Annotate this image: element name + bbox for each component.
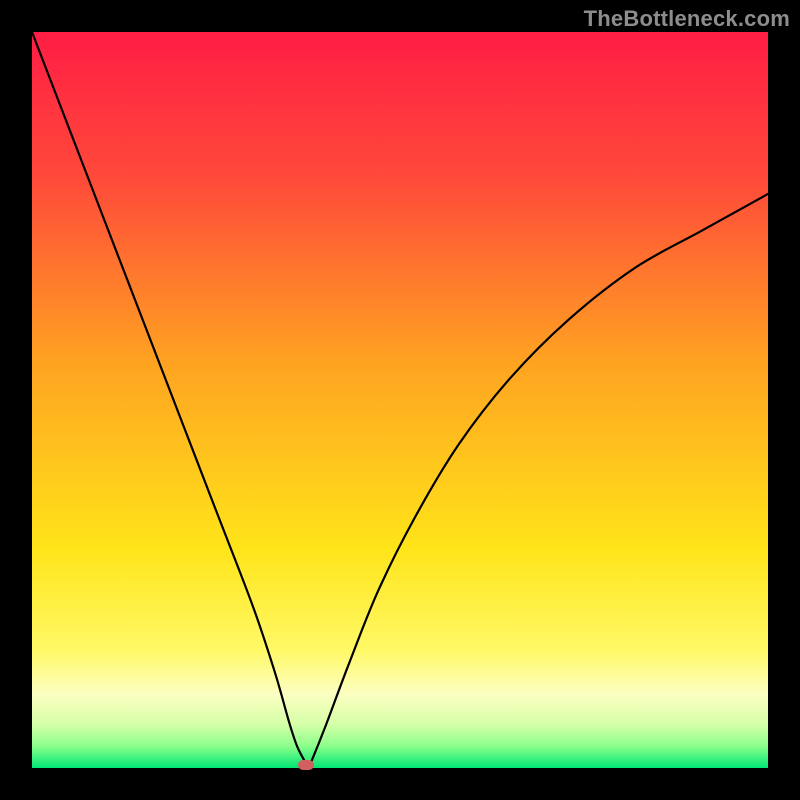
watermark-text: TheBottleneck.com [584, 6, 790, 32]
background-gradient [32, 32, 768, 768]
optimal-point-marker [298, 760, 314, 770]
plot-area [32, 32, 768, 768]
